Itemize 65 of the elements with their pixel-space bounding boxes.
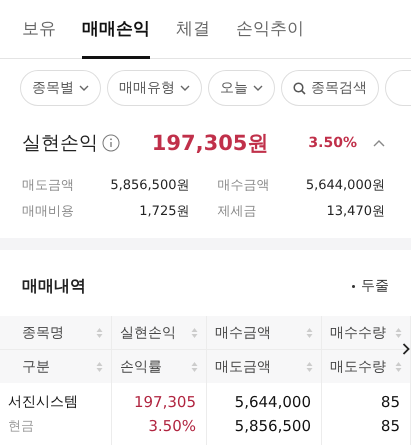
profit-amount: 197,305원 bbox=[152, 130, 268, 157]
section-title: 매매내역 bbox=[22, 276, 86, 296]
summary-label: 매수금액 bbox=[218, 177, 270, 194]
tab[interactable]: 체결 bbox=[176, 0, 210, 59]
summary-label: 매도금액 bbox=[22, 177, 74, 194]
summary-value: 5,856,500원 bbox=[110, 177, 190, 194]
summary-value: 13,470원 bbox=[326, 203, 385, 220]
chip-label: 종목별 bbox=[32, 79, 74, 97]
header-label: 매수수량 bbox=[330, 324, 386, 342]
chevron-down-icon bbox=[79, 85, 89, 91]
table-cell: 5,856,500 bbox=[234, 417, 311, 435]
summary-title: 실현손익 bbox=[22, 131, 98, 156]
info-icon[interactable] bbox=[102, 134, 120, 152]
sort-icon[interactable] bbox=[395, 360, 402, 372]
table-cell-text: 현금 bbox=[8, 418, 34, 435]
column-header[interactable]: 매수금액 bbox=[207, 316, 322, 350]
dot-icon bbox=[352, 284, 355, 288]
header-label: 구분 bbox=[22, 358, 50, 376]
table-cell: 5,644,000 bbox=[234, 393, 311, 411]
column-header[interactable]: 매도금액 bbox=[207, 350, 322, 383]
header-label: 종목명 bbox=[22, 324, 64, 342]
column-header[interactable]: 실현손익 bbox=[112, 316, 207, 350]
sort-icon[interactable] bbox=[96, 360, 103, 372]
table-cell: 85 bbox=[380, 417, 400, 435]
table-cell: 197,305 bbox=[134, 393, 196, 411]
filter-dropdown[interactable]: 매매유형 bbox=[107, 70, 202, 106]
column-header[interactable]: 손익률 bbox=[112, 350, 207, 383]
header-label: 매수금액 bbox=[215, 324, 271, 342]
summary-label: 매매비용 bbox=[22, 203, 74, 220]
view-toggle[interactable]: 두줄 bbox=[352, 277, 389, 295]
filter-dropdown[interactable]: 오늘 bbox=[208, 70, 275, 106]
column-header[interactable]: 매수수량 bbox=[322, 316, 411, 350]
sort-icon[interactable] bbox=[191, 326, 198, 338]
sort-icon[interactable] bbox=[306, 360, 313, 372]
chevron-right-icon[interactable] bbox=[402, 343, 410, 355]
sort-icon[interactable] bbox=[191, 360, 198, 372]
sort-icon[interactable] bbox=[395, 326, 402, 338]
chevron-down-icon bbox=[253, 85, 263, 91]
tab[interactable]: 보유 bbox=[22, 0, 56, 59]
sort-icon[interactable] bbox=[306, 326, 313, 338]
search-icon bbox=[293, 82, 306, 94]
sort-icon[interactable] bbox=[96, 326, 103, 338]
profit-rate: 3.50% bbox=[308, 135, 357, 151]
table-cell: 3.50% bbox=[148, 417, 196, 435]
chip-label: 오늘 bbox=[220, 79, 248, 97]
summary-value: 5,644,000원 bbox=[306, 177, 385, 194]
header-label: 실현손익 bbox=[120, 324, 176, 342]
header-label: 매도금액 bbox=[215, 358, 271, 376]
header-label: 손익률 bbox=[120, 358, 162, 376]
column-header[interactable]: 매도수량 bbox=[322, 350, 411, 383]
tab[interactable]: 손익추이 bbox=[236, 0, 304, 59]
column-header[interactable]: 구분 bbox=[0, 350, 112, 383]
table-cell: 서진시스템 bbox=[8, 393, 78, 411]
search-button[interactable]: 종목검색 bbox=[281, 70, 379, 106]
summary-value: 1,725원 bbox=[139, 203, 190, 220]
table-cell: 85 bbox=[380, 393, 400, 411]
chevron-up-icon[interactable] bbox=[373, 140, 385, 146]
summary-label: 제세금 bbox=[218, 203, 256, 220]
filter-dropdown[interactable]: 종목별 bbox=[20, 70, 101, 106]
tab[interactable]: 매매손익 bbox=[82, 0, 150, 59]
header-label: 매도수량 bbox=[330, 358, 386, 376]
chip-label: 매매유형 bbox=[119, 79, 175, 97]
column-header[interactable]: 종목명 bbox=[0, 316, 112, 350]
chip-label: 종목검색 bbox=[311, 79, 367, 97]
chevron-down-icon bbox=[180, 85, 190, 91]
